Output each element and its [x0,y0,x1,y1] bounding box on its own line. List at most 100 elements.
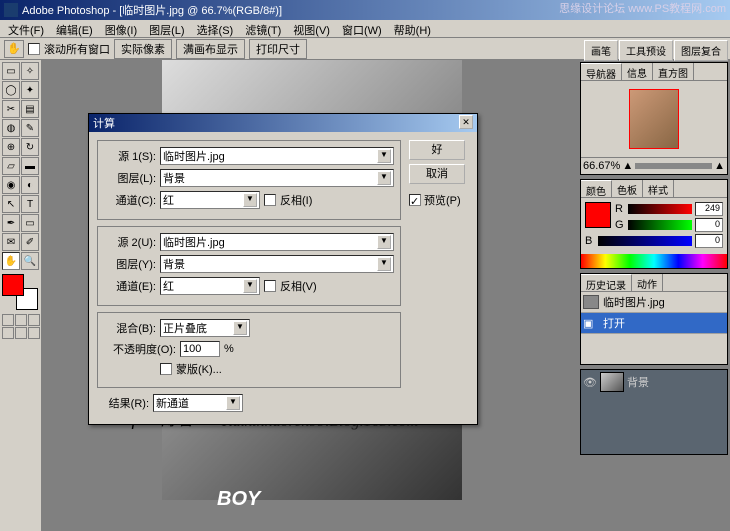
path-tool[interactable]: ↖ [2,195,20,213]
eyedropper-tool[interactable]: ✐ [21,233,39,251]
menu-file[interactable]: 文件(F) [2,20,50,37]
scroll-all-checkbox[interactable] [28,43,40,55]
brush-tool[interactable]: ✎ [21,119,39,137]
tab-tool-presets[interactable]: 工具预设 [619,40,673,61]
menu-help[interactable]: 帮助(H) [388,20,437,37]
opacity-input[interactable] [180,341,220,357]
src2-invert-label: 反相(V) [280,278,317,294]
hand-tool-icon[interactable]: ✋ [4,40,24,58]
heal-tool[interactable]: ◍ [2,119,20,137]
g-slider[interactable] [628,220,692,230]
slice-tool[interactable]: ▤ [21,100,39,118]
src2-channel-select[interactable]: 红▼ [160,277,260,295]
menu-edit[interactable]: 编辑(E) [50,20,99,37]
history-brush-tool[interactable]: ↻ [21,138,39,156]
fit-screen-button[interactable]: 满画布显示 [176,39,245,59]
navigator-thumbnail[interactable] [629,89,679,149]
tab-styles[interactable]: 样式 [643,180,674,197]
print-size-button[interactable]: 打印尺寸 [249,39,307,59]
hand-tool[interactable]: ✋ [2,252,20,270]
tab-swatches[interactable]: 色板 [612,180,643,197]
eye-icon[interactable]: 👁 [583,376,597,388]
color-panel: 颜色 色板 样式 R249 G0 B0 [580,179,728,269]
actual-pixels-button[interactable]: 实际像素 [114,39,172,59]
screen-1[interactable] [2,327,14,339]
layer-row[interactable]: 👁 背景 [581,370,727,394]
r-slider[interactable] [628,204,692,214]
spectrum-bar[interactable] [581,254,727,268]
close-icon[interactable]: ✕ [459,115,473,129]
crop-tool[interactable]: ✂ [2,100,20,118]
mask-checkbox[interactable] [160,363,172,375]
menu-view[interactable]: 视图(V) [287,20,336,37]
type-tool[interactable]: T [21,195,39,213]
move-tool[interactable]: ✧ [21,62,39,80]
src1-invert-checkbox[interactable] [264,194,276,206]
src2-invert-checkbox[interactable] [264,280,276,292]
src1-channel-select[interactable]: 红▼ [160,191,260,209]
blend-select[interactable]: 正片叠底▼ [160,319,250,337]
menu-layer[interactable]: 图层(L) [143,20,190,37]
ok-button[interactable]: 好 [409,140,465,160]
screen-2[interactable] [15,327,27,339]
color-preview[interactable] [585,202,611,228]
eraser-tool[interactable]: ▱ [2,157,20,175]
dodge-tool[interactable]: ◐ [21,176,39,194]
menu-image[interactable]: 图像(I) [99,20,143,37]
gradient-tool[interactable]: ▬ [21,157,39,175]
app-title: Adobe Photoshop - [临时图片.jpg @ 66.7%(RGB/… [22,2,282,18]
foreground-color[interactable] [2,274,24,296]
shape-tool[interactable]: ▭ [21,214,39,232]
mask-label: 蒙版(K)... [176,361,222,377]
tab-layer-comps[interactable]: 图层复合 [674,40,728,61]
stamp-tool[interactable]: ⊕ [2,138,20,156]
tab-actions[interactable]: 动作 [632,274,663,291]
notes-tool[interactable]: ✉ [2,233,20,251]
b-value[interactable]: 0 [695,234,723,248]
g-value[interactable]: 0 [695,218,723,232]
tab-info[interactable]: 信息 [622,63,653,80]
history-step[interactable]: ▣ 打开 [581,313,727,334]
zoom-in-icon[interactable]: ▲ [714,160,725,172]
menu-filter[interactable]: 滤镜(T) [239,20,287,37]
wand-tool[interactable]: ✦ [21,81,39,99]
blur-tool[interactable]: ◉ [2,176,20,194]
cancel-button[interactable]: 取消 [409,164,465,184]
tab-history[interactable]: 历史记录 [581,274,632,291]
src1-select[interactable]: 临时图片.jpg▼ [160,147,394,165]
src1-layer-select[interactable]: 背景▼ [160,169,394,187]
zoom-out-icon[interactable]: ▲ [622,160,633,172]
layer-thumbnail[interactable] [600,372,624,392]
tab-navigator[interactable]: 导航器 [581,63,622,80]
layers-panel: 👁 背景 [580,369,728,455]
zoom-value[interactable]: 66.67% [583,160,620,172]
mode-screen[interactable] [28,314,40,326]
menu-window[interactable]: 窗口(W) [336,20,388,37]
zoom-slider[interactable] [635,163,712,169]
tab-brushes[interactable]: 画笔 [584,40,618,61]
marquee-tool[interactable]: ▭ [2,62,20,80]
b-slider[interactable] [598,236,692,246]
src2-select[interactable]: 临时图片.jpg▼ [160,233,394,251]
history-snapshot[interactable]: 临时图片.jpg [581,292,727,313]
scroll-all-label: 滚动所有窗口 [44,41,110,57]
app-icon [4,3,18,17]
tab-color[interactable]: 颜色 [581,180,612,197]
forum-watermark: 思缘设计论坛 www.PS教程网.com [559,0,726,16]
tab-histogram[interactable]: 直方图 [653,63,694,80]
color-swatch[interactable] [2,274,38,310]
zoom-tool[interactable]: 🔍 [21,252,39,270]
pen-tool[interactable]: ✒ [2,214,20,232]
src2-channel-label: 通道(E): [104,278,156,294]
lasso-tool[interactable]: ◯ [2,81,20,99]
mode-standard[interactable] [2,314,14,326]
r-value[interactable]: 249 [695,202,723,216]
layer-name[interactable]: 背景 [627,374,649,390]
preview-checkbox[interactable]: ✓ [409,194,421,206]
menu-select[interactable]: 选择(S) [191,20,240,37]
mode-quickmask[interactable] [15,314,27,326]
canvas-area[interactable]: Good fun 博客: Kaixinhaoren99.Blog.163.com… [42,60,578,531]
result-select[interactable]: 新通道▼ [153,394,243,412]
src2-layer-select[interactable]: 背景▼ [160,255,394,273]
screen-3[interactable] [28,327,40,339]
